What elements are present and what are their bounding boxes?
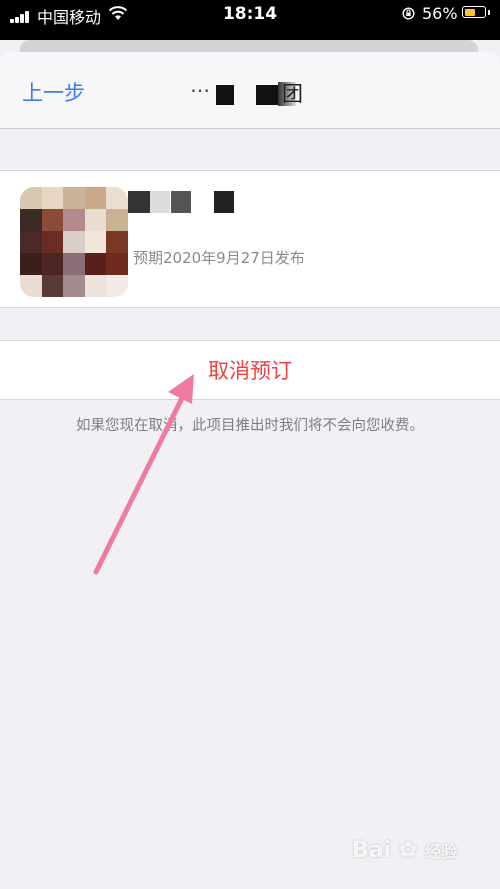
cover-pixel [20, 209, 42, 231]
cover-pixel [20, 275, 42, 297]
cover-pixel [41, 275, 64, 297]
cover-pixel [41, 231, 64, 253]
cover-pixel [106, 231, 128, 253]
cover-pixel [63, 187, 85, 209]
cover-pixel [84, 253, 107, 275]
paw-icon: ✿ [398, 838, 418, 863]
battery-fill [464, 8, 475, 16]
rotation-lock-icon [402, 7, 415, 20]
status-bar: 中国移动 18:14 56% [0, 0, 500, 40]
watermark-suffix: 经验 [424, 842, 457, 861]
release-date: 预期2020年9月27日发布 [133, 249, 305, 267]
redaction-block [150, 191, 170, 213]
cover-pixel [106, 187, 128, 209]
redaction-block [171, 191, 191, 213]
back-button[interactable]: 上一步 [22, 77, 85, 107]
watermark-text: Bai [352, 838, 392, 863]
cover-pixel [20, 253, 42, 275]
cover-pixel [63, 253, 85, 275]
cancel-preorder-button[interactable]: 取消预订 [0, 355, 500, 385]
cover-pixel [84, 231, 107, 253]
cover-pixel [20, 231, 42, 253]
cancel-preorder-row[interactable]: 取消预订 [0, 340, 500, 400]
cover-pixel [63, 209, 85, 231]
cover-pixel [106, 275, 128, 297]
cover-pixel [106, 209, 128, 231]
navigation-bar: 上一步 ⋯ 团 [0, 52, 500, 129]
cover-pixel [41, 187, 64, 209]
battery-percent: 56% [422, 4, 458, 23]
redaction-block [216, 85, 234, 105]
nav-title-blur: ⋯ [190, 78, 210, 102]
item-cover-image-pixelated [20, 187, 128, 297]
battery-icon [462, 6, 486, 18]
nav-title-redacted: ⋯ 团 [190, 78, 320, 108]
preorder-item: 预期2020年9月27日发布 [0, 170, 500, 308]
redaction-block [128, 191, 150, 213]
cover-pixel [41, 209, 64, 231]
preorder-sheet: 上一步 ⋯ 团 预期2020年9月27日发布 取消预订 如果您现在取消，此项目推… [0, 52, 500, 889]
cover-pixel [106, 253, 128, 275]
cancel-note: 如果您现在取消，此项目推出时我们将不会向您收费。 [76, 418, 424, 434]
cover-pixel [84, 187, 107, 209]
cover-pixel [41, 253, 64, 275]
item-title-redacted [128, 191, 238, 215]
redaction-block [214, 191, 234, 213]
nav-title-fragment: 团 [282, 82, 303, 106]
baidu-watermark: Bai ✿ 经验 [352, 838, 457, 863]
cover-pixel [20, 187, 42, 209]
cover-pixel [63, 231, 85, 253]
battery-tip [488, 10, 490, 15]
cover-pixel [84, 209, 107, 231]
cover-pixel [84, 275, 107, 297]
cover-pixel [63, 275, 85, 297]
redaction-block [256, 85, 278, 105]
